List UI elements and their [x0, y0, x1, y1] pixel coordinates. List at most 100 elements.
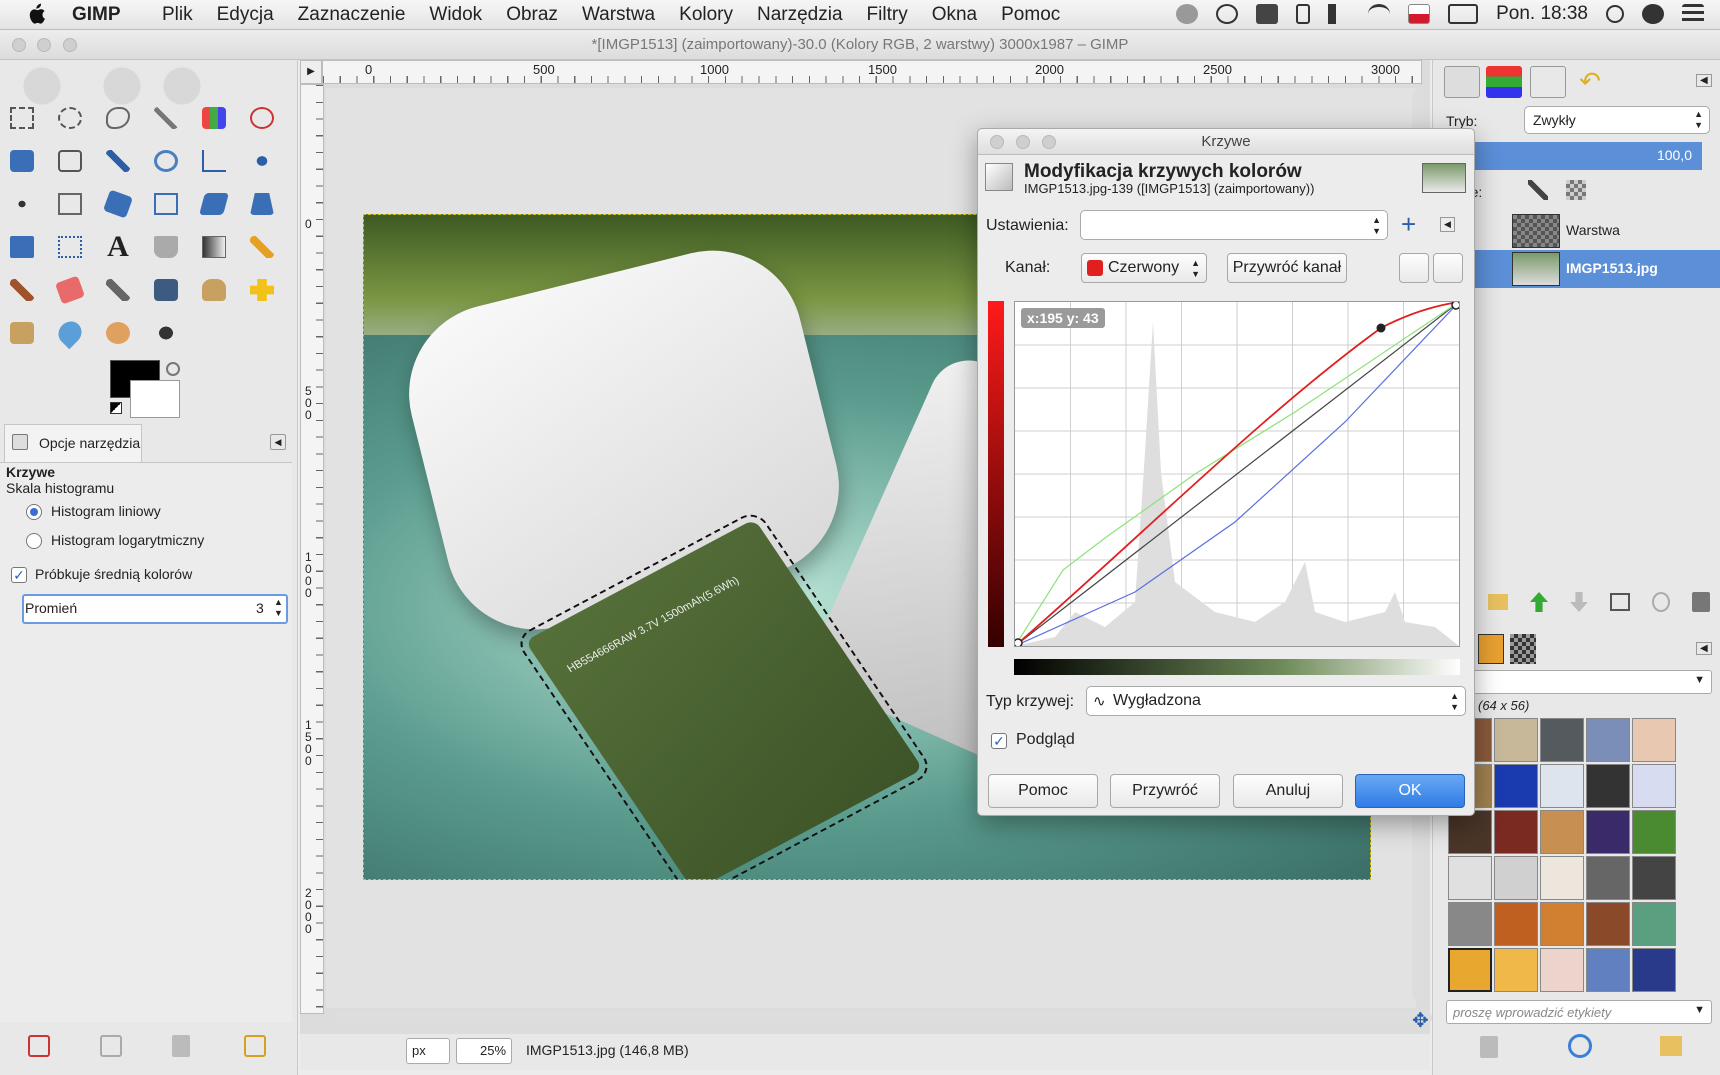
histogram-linear-radio[interactable]	[26, 504, 42, 520]
lock-alpha-icon[interactable]	[1566, 180, 1586, 200]
horizontal-scrollbar[interactable]	[332, 1012, 1432, 1024]
close-window-icon[interactable]	[12, 38, 26, 52]
zoom-window-icon[interactable]	[63, 38, 77, 52]
pattern-swatch[interactable]	[1540, 948, 1584, 992]
reset-channel-button[interactable]: Przywróć kanał	[1227, 253, 1347, 283]
heal-tool-icon[interactable]	[244, 272, 280, 308]
pattern-swatch[interactable]	[1448, 902, 1492, 946]
pattern-swatch[interactable]	[1494, 810, 1538, 854]
free-select-tool-icon[interactable]	[100, 100, 136, 136]
pattern-swatch[interactable]	[1540, 810, 1584, 854]
rotate-tool-icon[interactable]	[100, 186, 136, 222]
airbrush-tool-icon[interactable]	[100, 272, 136, 308]
color-picker-tool-icon[interactable]	[100, 143, 136, 179]
log-histogram-icon[interactable]	[1433, 253, 1463, 283]
menu-plik[interactable]: Plik	[150, 4, 205, 26]
menu-zaznaczenie[interactable]: Zaznaczenie	[286, 4, 418, 26]
pattern-swatch[interactable]	[1494, 718, 1538, 762]
lock-pixels-icon[interactable]	[1528, 180, 1548, 200]
clock[interactable]: Pon. 18:38	[1496, 3, 1588, 25]
reset-button[interactable]: Przywróć	[1110, 774, 1220, 808]
menu-arrow-icon[interactable]: ▶	[300, 60, 322, 84]
pattern-swatch[interactable]	[1494, 902, 1538, 946]
perspective-clone-tool-icon[interactable]	[4, 315, 40, 351]
blend-tool-icon[interactable]	[196, 229, 232, 265]
ok-button[interactable]: OK	[1355, 774, 1465, 808]
text-tool-icon[interactable]: A	[100, 229, 136, 265]
patterns-menu-icon[interactable]: ◀	[1696, 642, 1712, 655]
flip-tool-icon[interactable]	[4, 229, 40, 265]
pattern-swatch[interactable]	[1632, 764, 1676, 808]
layer-row[interactable]: Warstwa	[1432, 212, 1720, 250]
pattern-swatch[interactable]	[1586, 764, 1630, 808]
time-machine-icon[interactable]	[1216, 4, 1239, 24]
cage-transform-tool-icon[interactable]	[52, 229, 88, 265]
foreground-select-tool-icon[interactable]	[4, 143, 40, 179]
app-menu[interactable]: GIMP	[72, 4, 121, 26]
mode-select[interactable]: Zwykły ▲ ▼	[1524, 106, 1710, 134]
menu-filtry[interactable]: Filtry	[855, 4, 920, 26]
pattern-swatch[interactable]	[1586, 856, 1630, 900]
notification-list-icon[interactable]	[1682, 4, 1704, 24]
pattern-swatch[interactable]	[1586, 810, 1630, 854]
menu-edycja[interactable]: Edycja	[205, 4, 286, 26]
bucket-fill-tool-icon[interactable]	[148, 229, 184, 265]
scissors-tool-icon[interactable]	[244, 100, 280, 136]
sample-average-checkbox[interactable]: ✓	[11, 567, 27, 583]
pattern-swatch[interactable]	[1448, 810, 1492, 854]
channel-select[interactable]: Czerwony ▲ ▼	[1081, 253, 1207, 283]
crop-tool-icon[interactable]	[52, 186, 88, 222]
paintbrush-tool-icon[interactable]	[4, 272, 40, 308]
cancel-button[interactable]: Anuluj	[1233, 774, 1343, 808]
tab-channels-icon[interactable]	[1486, 66, 1522, 98]
help-button[interactable]: Pomoc	[988, 774, 1098, 808]
delete-pattern-icon[interactable]	[1480, 1036, 1498, 1058]
menu-warstwa[interactable]: Warstwa	[570, 4, 667, 26]
keyboard-icon[interactable]	[1256, 4, 1279, 24]
raise-layer-icon[interactable]	[1530, 592, 1548, 612]
eraser-tool-icon[interactable]	[52, 272, 88, 308]
pattern-swatch[interactable]	[1540, 764, 1584, 808]
menu-obraz[interactable]: Obraz	[494, 4, 570, 26]
pencil-tool-icon[interactable]	[244, 229, 280, 265]
menu-okna[interactable]: Okna	[920, 4, 989, 26]
tab-undo-icon[interactable]: ↶	[1572, 66, 1608, 98]
ink-tool-icon[interactable]	[148, 272, 184, 308]
preview-checkbox[interactable]: ✓	[991, 733, 1007, 749]
tab-paths-icon[interactable]	[1530, 66, 1566, 98]
open-pattern-folder-icon[interactable]	[1660, 1036, 1682, 1056]
minimize-window-icon[interactable]	[37, 38, 51, 52]
delete-options-icon[interactable]	[172, 1035, 190, 1057]
background-color-swatch[interactable]	[130, 380, 180, 418]
pattern-grid[interactable]	[1448, 718, 1678, 994]
presets-combo[interactable]: ▲ ▼	[1080, 210, 1388, 240]
dialog-minimize-icon[interactable]	[1016, 135, 1030, 149]
linear-histogram-icon[interactable]	[1399, 253, 1429, 283]
add-preset-icon[interactable]: +	[1401, 209, 1416, 239]
pattern-swatch[interactable]	[1448, 856, 1492, 900]
dodge-burn-tool-icon[interactable]	[148, 315, 184, 351]
curve-endpoint-low[interactable]	[1015, 638, 1023, 646]
blur-tool-icon[interactable]	[52, 315, 88, 351]
curve-control-point[interactable]	[1376, 323, 1386, 333]
pattern-swatch[interactable]	[1632, 856, 1676, 900]
curve-graph[interactable]: x:195 y: 43	[1014, 301, 1460, 647]
panel-menu-icon[interactable]: ◀	[270, 434, 286, 450]
default-colors-icon[interactable]	[110, 402, 122, 414]
rect-select-tool-icon[interactable]	[4, 100, 40, 136]
tab-gradients-icon[interactable]	[1510, 634, 1536, 664]
user-icon[interactable]	[1642, 4, 1664, 24]
histogram-log-radio[interactable]	[26, 533, 42, 549]
pattern-swatch[interactable]	[1632, 810, 1676, 854]
menu-pomoc[interactable]: Pomoc	[989, 4, 1072, 26]
fuzzy-select-tool-icon[interactable]	[148, 100, 184, 136]
tab-layers-icon[interactable]	[1444, 66, 1480, 98]
search-icon[interactable]	[1606, 5, 1624, 23]
smudge-tool-icon[interactable]	[100, 315, 136, 351]
pattern-swatch[interactable]	[1586, 718, 1630, 762]
pattern-swatch[interactable]	[1586, 948, 1630, 992]
curve-endpoint-high[interactable]	[1451, 302, 1459, 310]
menu-widok[interactable]: Widok	[417, 4, 494, 26]
pattern-swatch[interactable]	[1540, 856, 1584, 900]
record-icon[interactable]	[1176, 4, 1199, 24]
